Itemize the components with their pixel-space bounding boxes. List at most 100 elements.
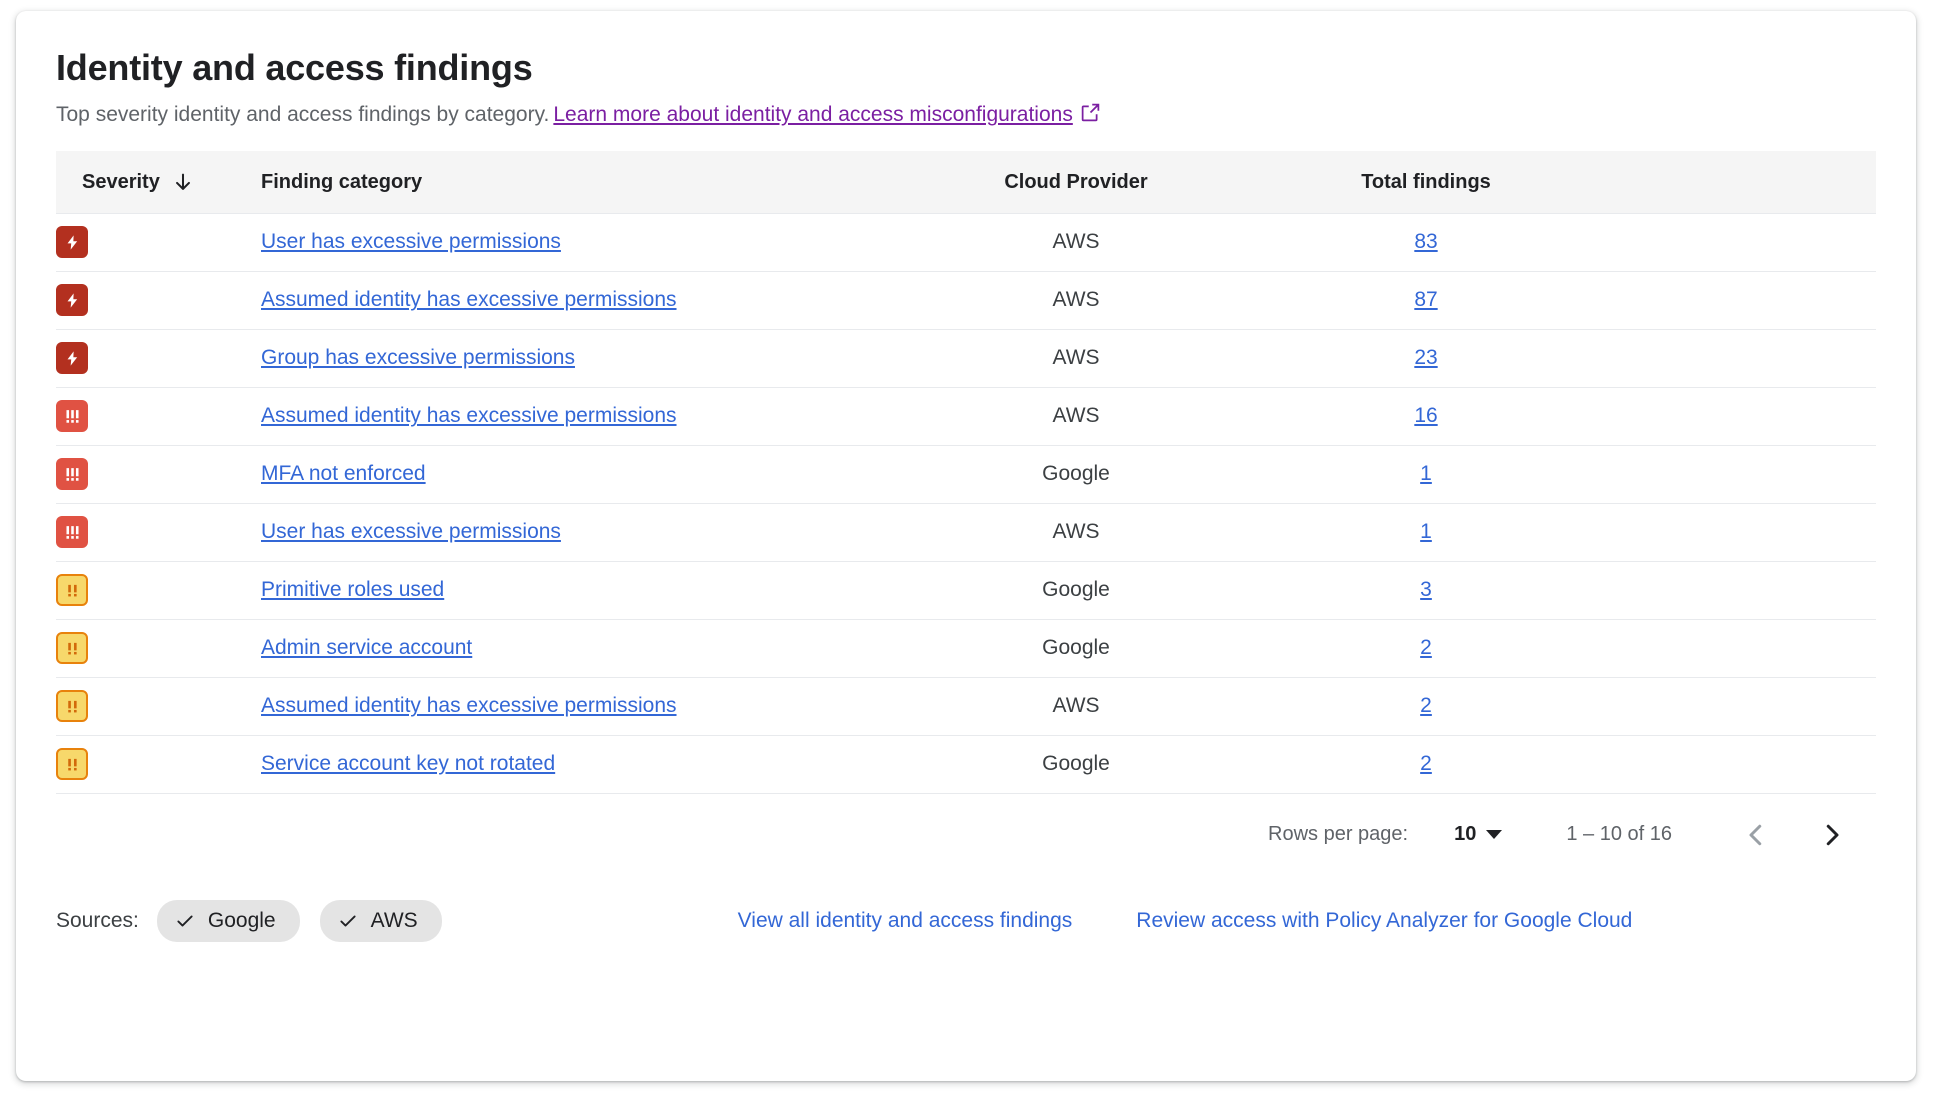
cell-severity (56, 445, 261, 503)
card-footer: Sources: Google AWS View all identity an… (56, 868, 1876, 948)
next-page-button[interactable] (1806, 809, 1858, 861)
cell-total-findings: 1 (1261, 503, 1591, 561)
finding-category-link[interactable]: Primitive roles used (261, 578, 444, 601)
table-row: MFA not enforced Google 1 (56, 445, 1876, 503)
triple-exclamation-icon (56, 458, 88, 490)
lightning-bolt-icon (56, 342, 88, 374)
cell-finding-category: User has excessive permissions (261, 213, 891, 271)
cell-finding-category: Assumed identity has excessive permissio… (261, 677, 891, 735)
cell-cloud-provider: Google (891, 561, 1261, 619)
finding-category-link[interactable]: Assumed identity has excessive permissio… (261, 288, 677, 311)
cell-total-findings: 2 (1261, 735, 1591, 793)
cell-spacer (1591, 213, 1876, 271)
finding-category-link[interactable]: Service account key not rotated (261, 752, 555, 775)
chevron-right-icon (1817, 820, 1847, 850)
total-findings-link[interactable]: 1 (1420, 462, 1432, 485)
column-header-severity[interactable]: Severity (56, 151, 261, 213)
lightning-bolt-icon (56, 226, 88, 258)
cell-severity (56, 561, 261, 619)
total-findings-link[interactable]: 16 (1414, 404, 1437, 427)
policy-analyzer-link[interactable]: Review access with Policy Analyzer for G… (1136, 909, 1632, 933)
source-chip-aws-label: AWS (371, 909, 418, 933)
total-findings-link[interactable]: 23 (1414, 346, 1437, 369)
column-header-spacer (1591, 151, 1876, 213)
cell-severity (56, 503, 261, 561)
cell-finding-category: User has excessive permissions (261, 503, 891, 561)
pagination-range-label: 1 – 10 of 16 (1566, 823, 1672, 846)
table-row: Assumed identity has excessive permissio… (56, 271, 1876, 329)
rows-per-page-select[interactable]: 10 (1454, 823, 1502, 846)
finding-category-link[interactable]: MFA not enforced (261, 462, 426, 485)
cell-total-findings: 2 (1261, 677, 1591, 735)
external-link-icon (1080, 102, 1101, 123)
column-header-cloud-provider[interactable]: Cloud Provider (891, 151, 1261, 213)
cell-spacer (1591, 503, 1876, 561)
column-header-total-findings[interactable]: Total findings (1261, 151, 1591, 213)
column-header-finding-category[interactable]: Finding category (261, 151, 891, 213)
view-all-findings-link[interactable]: View all identity and access findings (738, 909, 1073, 933)
table-row: Group has excessive permissions AWS 23 (56, 329, 1876, 387)
sources-label: Sources: (56, 909, 139, 933)
rows-per-page-label: Rows per page: (1268, 823, 1408, 846)
source-chip-google-label: Google (208, 909, 276, 933)
cell-spacer (1591, 445, 1876, 503)
cell-cloud-provider: AWS (891, 271, 1261, 329)
cell-cloud-provider: AWS (891, 329, 1261, 387)
cell-cloud-provider: AWS (891, 213, 1261, 271)
finding-category-link[interactable]: Assumed identity has excessive permissio… (261, 694, 677, 717)
cell-spacer (1591, 271, 1876, 329)
paginator: Rows per page: 10 1 – 10 of 16 (56, 794, 1876, 868)
column-header-severity-label: Severity (82, 171, 160, 194)
cell-cloud-provider: AWS (891, 503, 1261, 561)
cell-finding-category: MFA not enforced (261, 445, 891, 503)
table-header-row: Severity Finding category Cloud Provider… (56, 151, 1876, 213)
finding-category-link[interactable]: User has excessive permissions (261, 230, 561, 253)
double-exclamation-icon (56, 748, 88, 780)
finding-category-link[interactable]: User has excessive permissions (261, 520, 561, 543)
cell-cloud-provider: AWS (891, 677, 1261, 735)
total-findings-link[interactable]: 3 (1420, 578, 1432, 601)
table-row: Assumed identity has excessive permissio… (56, 387, 1876, 445)
double-exclamation-icon (56, 690, 88, 722)
cell-cloud-provider: Google (891, 619, 1261, 677)
cell-cloud-provider: Google (891, 735, 1261, 793)
cell-finding-category: Admin service account (261, 619, 891, 677)
cell-severity (56, 213, 261, 271)
triple-exclamation-icon (56, 400, 88, 432)
finding-category-link[interactable]: Admin service account (261, 636, 472, 659)
total-findings-link[interactable]: 2 (1420, 694, 1432, 717)
cell-cloud-provider: Google (891, 445, 1261, 503)
cell-total-findings: 3 (1261, 561, 1591, 619)
rows-per-page-value: 10 (1454, 823, 1476, 846)
cell-spacer (1591, 561, 1876, 619)
cell-severity (56, 735, 261, 793)
cell-spacer (1591, 329, 1876, 387)
total-findings-link[interactable]: 1 (1420, 520, 1432, 543)
check-icon (338, 911, 358, 931)
cell-finding-category: Service account key not rotated (261, 735, 891, 793)
cell-severity (56, 271, 261, 329)
cell-spacer (1591, 619, 1876, 677)
learn-more-link[interactable]: Learn more about identity and access mis… (553, 103, 1072, 126)
cell-total-findings: 23 (1261, 329, 1591, 387)
card-subtitle: Top severity identity and access finding… (56, 100, 1876, 129)
subtitle-text: Top severity identity and access finding… (56, 103, 549, 126)
finding-category-link[interactable]: Group has excessive permissions (261, 346, 575, 369)
cell-total-findings: 87 (1261, 271, 1591, 329)
total-findings-link[interactable]: 2 (1420, 636, 1432, 659)
double-exclamation-icon (56, 632, 88, 664)
table-row: Admin service account Google 2 (56, 619, 1876, 677)
chevron-left-icon (1741, 820, 1771, 850)
source-chip-google[interactable]: Google (157, 900, 300, 942)
card-content: Identity and access findings Top severit… (16, 11, 1916, 948)
total-findings-link[interactable]: 83 (1414, 230, 1437, 253)
table-body: User has excessive permissions AWS 83 Assum… (56, 213, 1876, 793)
previous-page-button[interactable] (1730, 809, 1782, 861)
finding-category-link[interactable]: Assumed identity has excessive permissio… (261, 404, 677, 427)
page-title: Identity and access findings (56, 45, 1876, 90)
cell-severity (56, 619, 261, 677)
total-findings-link[interactable]: 87 (1414, 288, 1437, 311)
source-chip-aws[interactable]: AWS (320, 900, 442, 942)
cell-finding-category: Assumed identity has excessive permissio… (261, 271, 891, 329)
total-findings-link[interactable]: 2 (1420, 752, 1432, 775)
